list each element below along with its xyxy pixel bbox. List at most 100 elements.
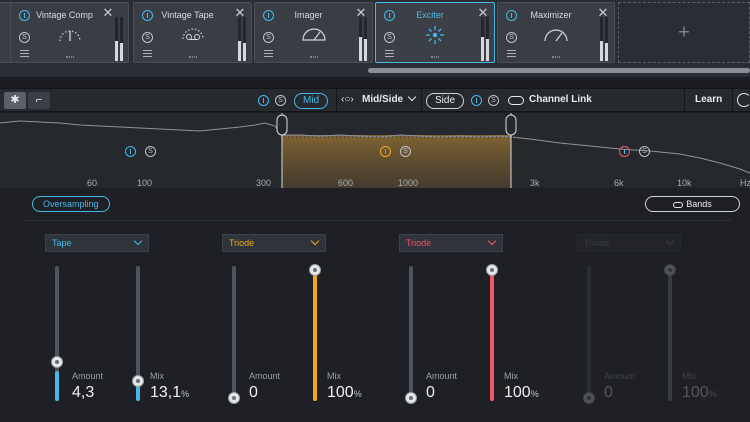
- midside-dropdown[interactable]: Mid/Side: [362, 94, 403, 105]
- solo-icon[interactable]: S: [142, 32, 153, 43]
- module-menu-icon[interactable]: [143, 50, 152, 57]
- mix-slider-thumb[interactable]: [309, 264, 321, 276]
- band-3-power-icon[interactable]: [619, 146, 630, 157]
- exciter-burst-icon: [426, 26, 444, 44]
- band-toolbar: ✱ ⌐ S Mid ‹○› Mid/Side Side S Channel Li…: [0, 88, 750, 113]
- module-vintage-comp[interactable]: Vintage Comp ✕ S: [10, 2, 129, 63]
- band-2-solo-icon[interactable]: S: [400, 146, 411, 157]
- module-maximizer[interactable]: Maximizer ✕ S: [497, 2, 615, 63]
- solo-icon[interactable]: S: [275, 95, 286, 106]
- band-3-solo-icon[interactable]: S: [639, 146, 650, 157]
- drag-handle-icon[interactable]: [552, 56, 560, 58]
- mix-fill: [490, 266, 494, 401]
- learn-button[interactable]: Learn: [695, 94, 722, 105]
- crossover-handle[interactable]: [505, 114, 517, 136]
- mode-select[interactable]: Triode: [577, 234, 681, 252]
- module-vintage-tape[interactable]: Vintage Tape ✕ S: [133, 2, 252, 63]
- amount-slider-thumb[interactable]: [51, 356, 63, 368]
- chevron-down-icon: [487, 236, 497, 246]
- module-imager[interactable]: Imager ✕ S: [254, 2, 373, 63]
- mix-number: 100: [504, 384, 531, 401]
- band-3: Triode Amount 0 Mix 100%: [399, 188, 549, 422]
- drag-handle-icon[interactable]: [309, 56, 318, 58]
- module-menu-icon[interactable]: [264, 50, 273, 57]
- power-icon[interactable]: [258, 95, 269, 106]
- drag-handle-icon[interactable]: [188, 56, 197, 58]
- mix-slider-thumb[interactable]: [486, 264, 498, 276]
- module-meter: [359, 17, 362, 61]
- mix-value: 13,1%: [150, 384, 189, 402]
- drag-handle-icon[interactable]: [431, 56, 439, 58]
- close-icon[interactable]: ✕: [102, 6, 114, 19]
- amount-value: 0: [604, 384, 613, 401]
- amount-slider-thumb[interactable]: [228, 392, 240, 404]
- divider: [732, 89, 733, 113]
- reset-icon[interactable]: [737, 93, 750, 107]
- amount-slider[interactable]: [55, 266, 59, 401]
- amount-slider-thumb[interactable]: [583, 392, 595, 404]
- crossover-handle[interactable]: [276, 114, 288, 136]
- spectrum-display[interactable]: S S S 60 100 300 600 1000 3k 6k 10k Hz: [0, 113, 750, 188]
- divider: [336, 89, 337, 113]
- band-1: Tape Amount 4,3 Mix 13,1%: [45, 188, 195, 422]
- module-menu-icon[interactable]: [507, 50, 516, 57]
- side-button[interactable]: Side: [426, 93, 465, 109]
- curve-view-icon[interactable]: ⌐: [28, 92, 50, 109]
- module-name: Exciter: [416, 10, 444, 20]
- solo-icon[interactable]: S: [488, 95, 499, 106]
- module-name: Maximizer: [530, 10, 572, 20]
- solo-icon[interactable]: S: [384, 32, 395, 43]
- module-menu-icon[interactable]: [20, 50, 29, 57]
- mix-fill: [668, 266, 672, 401]
- band-2-power-icon[interactable]: [380, 146, 391, 157]
- mix-slider[interactable]: [668, 266, 672, 401]
- amount-slider-thumb[interactable]: [405, 392, 417, 404]
- plus-icon: +: [678, 21, 690, 43]
- mid-button[interactable]: Mid: [294, 93, 329, 109]
- chevron-down-icon[interactable]: [407, 92, 417, 102]
- amount-value: 0: [426, 384, 435, 401]
- mix-label: Mix: [327, 371, 341, 381]
- module-exciter[interactable]: Exciter ✕ S: [375, 2, 495, 63]
- link-icon: [508, 96, 524, 105]
- mix-slider[interactable]: [313, 266, 317, 401]
- mode-select[interactable]: Triode: [399, 234, 503, 252]
- module-chain: S Vintage Comp ✕ S Vintage Tape ✕ S: [0, 0, 750, 77]
- amount-slider[interactable]: [587, 266, 591, 401]
- mode-select[interactable]: Tape: [45, 234, 149, 252]
- amount-slider[interactable]: [232, 266, 236, 401]
- mix-slider-thumb[interactable]: [664, 264, 676, 276]
- freq-label: 3k: [530, 178, 540, 188]
- mode-select-value: Triode: [406, 238, 432, 248]
- mix-slider-thumb[interactable]: [132, 375, 144, 387]
- module-strip-scrollbar[interactable]: [368, 68, 750, 73]
- mode-select-value: Triode: [584, 238, 610, 248]
- add-module-slot[interactable]: +: [618, 2, 750, 63]
- drag-handle-icon[interactable]: [65, 56, 74, 58]
- amount-label: Amount: [604, 371, 636, 381]
- band-1-solo-icon[interactable]: S: [145, 146, 156, 157]
- ozone-exciter-window: S Vintage Comp ✕ S Vintage Tape ✕ S: [0, 0, 750, 422]
- mode-select[interactable]: Triode: [222, 234, 326, 252]
- amount-slider[interactable]: [409, 266, 413, 401]
- mode-select-value: Triode: [229, 238, 255, 248]
- band-1-power-icon[interactable]: [125, 146, 136, 157]
- mid-band-region: [282, 135, 511, 188]
- freq-label: 600: [338, 178, 354, 188]
- burst-view-icon[interactable]: ✱: [4, 92, 26, 109]
- mix-unit: %: [708, 389, 717, 399]
- solo-icon[interactable]: S: [263, 32, 274, 43]
- module-name: Vintage Tape: [161, 10, 214, 20]
- channel-link-toggle[interactable]: Channel Link: [529, 94, 592, 105]
- solo-icon[interactable]: S: [506, 32, 517, 43]
- module-meter: [243, 17, 246, 61]
- mix-slider[interactable]: [490, 266, 494, 401]
- chevron-down-icon: [310, 236, 320, 246]
- module-menu-icon[interactable]: [385, 50, 394, 57]
- solo-icon[interactable]: S: [19, 32, 30, 43]
- power-icon[interactable]: [471, 95, 482, 106]
- mix-number: 13,1: [150, 384, 182, 401]
- chevron-down-icon: [665, 236, 675, 246]
- module-meter: [481, 17, 484, 61]
- mix-fill: [313, 266, 317, 401]
